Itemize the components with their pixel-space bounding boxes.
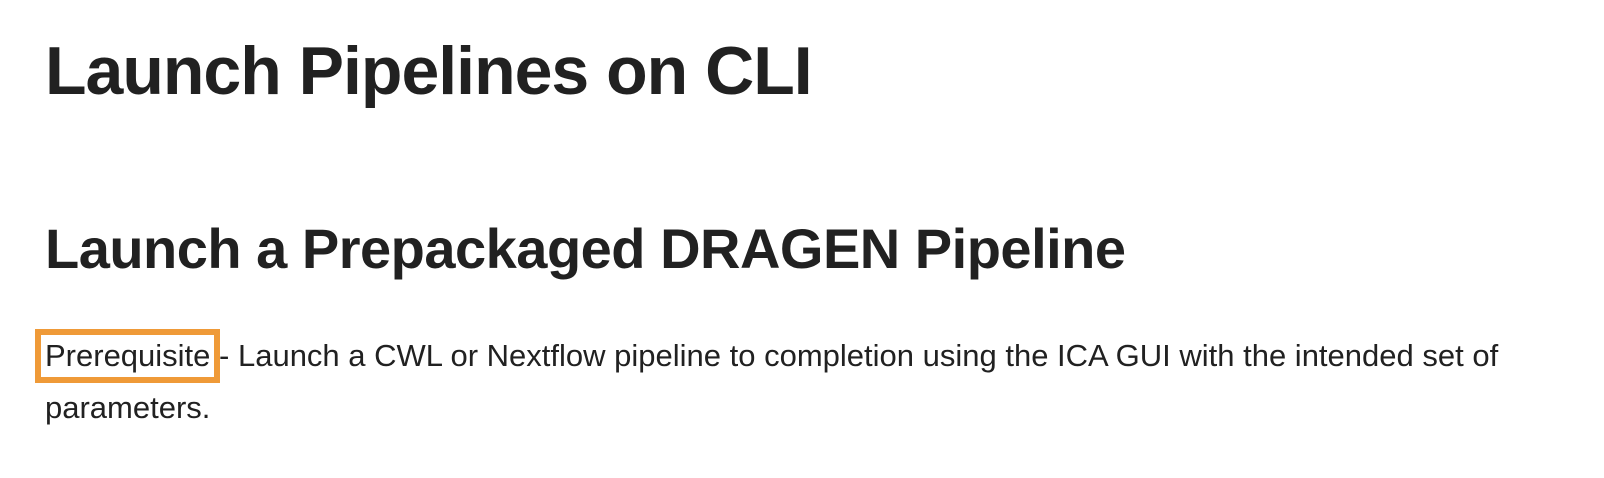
prerequisite-highlight: Prerequisite [34, 329, 221, 383]
page-title: Launch Pipelines on CLI [45, 33, 813, 109]
prerequisite-paragraph: Prerequisite - Launch a CWL or Nextflow … [34, 329, 1565, 434]
prerequisite-description: - Launch a CWL or Nextflow pipeline to c… [45, 338, 1499, 425]
section-heading: Launch a Prepackaged DRAGEN Pipeline [45, 217, 1126, 280]
